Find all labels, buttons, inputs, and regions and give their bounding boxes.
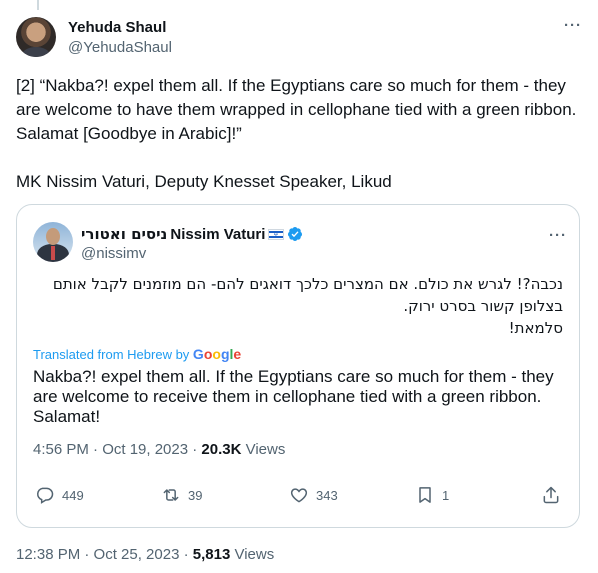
- quoted-views-label: Views: [241, 441, 286, 458]
- heart-icon: [290, 488, 308, 503]
- tweet-text-attribution: MK Nissim Vaturi, Deputy Knesset Speaker…: [16, 172, 392, 191]
- quoted-author-name-row[interactable]: ניסים ואטורי Nissim Vaturi ✡: [81, 225, 303, 243]
- repost-icon: [163, 489, 179, 501]
- share-icon: [543, 486, 559, 504]
- quoted-more-options-icon[interactable]: ···: [549, 227, 567, 244]
- reply-icon: [37, 487, 54, 504]
- like-button[interactable]: 343: [289, 485, 338, 505]
- quoted-action-bar: 449 39 343 1: [17, 477, 579, 517]
- more-options-icon[interactable]: ···: [564, 17, 582, 34]
- tweet-views-count: 5,813: [192, 546, 231, 563]
- bookmark-button[interactable]: 1: [415, 485, 449, 505]
- thread-connector-line: [37, 0, 39, 10]
- quoted-author-name-hebrew: ניסים ואטורי: [81, 225, 168, 243]
- tweet-views-label: Views: [230, 546, 275, 563]
- google-logo: Google: [192, 346, 242, 362]
- quoted-author-handle[interactable]: @nissimv: [81, 245, 146, 262]
- bookmark-icon: [419, 487, 431, 503]
- quoted-time: 4:56 PM · Oct 19, 2023 ·: [33, 441, 202, 458]
- verified-badge-icon: [288, 227, 303, 241]
- tweet-text-quote: [2] “Nakba?! expel them all. If the Egyp…: [16, 76, 577, 143]
- quoted-views-count: 20.3K: [201, 441, 242, 458]
- quoted-author-name: Nissim Vaturi: [170, 225, 266, 243]
- share-button[interactable]: [541, 485, 561, 505]
- quoted-timestamp[interactable]: 4:56 PM · Oct 19, 2023 · 20.3K Views: [33, 441, 285, 458]
- tweet-text: [2] “Nakba?! expel them all. If the Egyp…: [16, 74, 586, 194]
- repost-button[interactable]: 39: [161, 485, 202, 505]
- israel-flag-icon: ✡: [268, 228, 285, 240]
- quoted-original-text: נכבה?! לגרש את כולם. אם המצרים כלכך דואג…: [33, 273, 563, 339]
- tweet-timestamp[interactable]: 12:38 PM · Oct 25, 2023 · 5,813 Views: [16, 546, 274, 563]
- reply-button[interactable]: 449: [35, 485, 84, 505]
- tweet-time: 12:38 PM · Oct 25, 2023 ·: [16, 546, 193, 563]
- translated-from-hebrew-link[interactable]: Translated from Hebrew by Google: [33, 346, 241, 362]
- author-avatar[interactable]: [16, 17, 56, 57]
- author-name[interactable]: Yehuda Shaul: [68, 19, 166, 36]
- like-count: 343: [316, 487, 338, 503]
- quoted-author-avatar[interactable]: [33, 222, 73, 262]
- bookmark-count: 1: [442, 487, 450, 503]
- quoted-original-line: נכבה?! לגרש את כולם. אם המצרים כלכך דואג…: [52, 275, 563, 315]
- author-handle[interactable]: @YehudaShaul: [68, 39, 172, 56]
- quoted-original-line: סלמאת!: [508, 319, 563, 337]
- translated-label: Translated from Hebrew by: [33, 347, 193, 362]
- reply-count: 449: [62, 487, 84, 503]
- quoted-tweet-card[interactable]: ניסים ואטורי Nissim Vaturi ✡ @nissimv ···…: [16, 204, 580, 528]
- repost-count: 39: [188, 487, 203, 503]
- quoted-translation-text: Nakba?! expel them all. If the Egyptians…: [33, 367, 554, 426]
